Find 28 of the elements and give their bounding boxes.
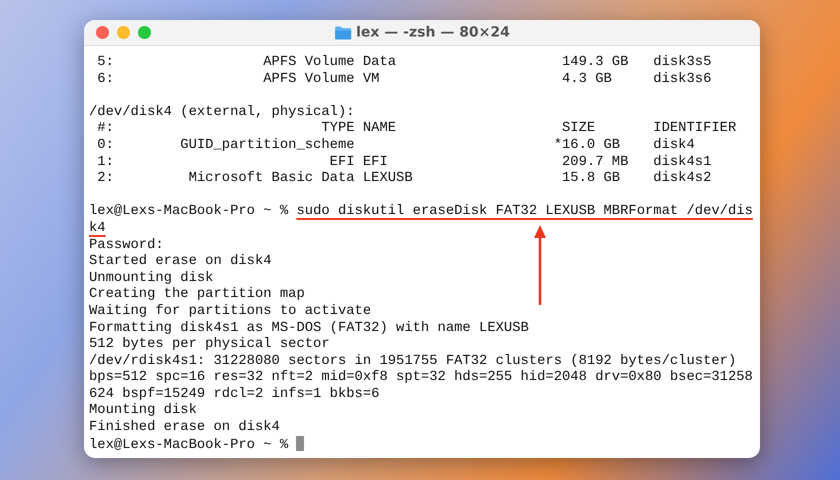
minimize-button[interactable] — [117, 26, 130, 39]
output-line: #: TYPE NAME SIZE IDENTIFIER — [96, 120, 736, 136]
output-line: 512 bytes per physical sector — [89, 336, 330, 352]
output-line: /dev/rdisk4s1: 31228080 sectors in 1951755 FAT32 clusters (8192 bytes/cluster) — [89, 352, 736, 369]
window-title: lex — -zsh — 80×24 — [356, 23, 510, 42]
output-line: bps=512 spc=16 res=32 nft=2 mid=0xf8 spt=32 hds=255 hid=2048 drv=0x80 bsec=31258 — [89, 369, 753, 386]
command-text: k4 — [89, 220, 106, 236]
output-line: /dev/disk4 (external, physical): — [89, 104, 355, 120]
output-line: Formatting disk4s1 as MS-DOS (FAT32) with name LEXUSB — [89, 320, 529, 336]
output-line: 0: GUID_partition_scheme *16.0 GB disk4 — [96, 136, 695, 153]
output-line: Creating the partition map — [89, 286, 305, 302]
output-line: Started erase on disk4 — [89, 253, 272, 270]
zoom-button[interactable] — [138, 26, 151, 39]
shell-prompt: lex@Lexs-MacBook-Pro ~ % — [89, 436, 290, 453]
output-line: Password: — [89, 236, 164, 253]
shell-prompt: lex@Lexs-MacBook-Pro ~ % — [89, 203, 290, 220]
output-line: Unmounting disk — [89, 270, 214, 286]
close-button[interactable] — [96, 26, 109, 39]
output-line: 1: EFI EFI 209.7 MB disk4s1 — [96, 154, 712, 170]
output-line: Finished erase on disk4 — [89, 419, 280, 436]
output-line: Waiting for partitions to activate — [89, 302, 372, 319]
folder-icon — [334, 25, 352, 40]
output-line: 5: APFS Volume Data 149.3 GB disk3s5 — [96, 54, 712, 70]
output-line: 6: APFS Volume VM 4.3 GB disk3s6 — [96, 70, 712, 87]
output-line: Mounting disk — [89, 402, 197, 418]
output-line: 2: Microsoft Basic Data LEXUSB 15.8 GB disk4s2 — [96, 170, 712, 186]
output-line: 624 bspf=15249 rdcl=2 infs=1 bkbs=6 — [89, 386, 380, 402]
command-text: sudo diskutil eraseDisk FAT32 LEXUSB MBRFormat /dev/dis — [296, 203, 753, 220]
